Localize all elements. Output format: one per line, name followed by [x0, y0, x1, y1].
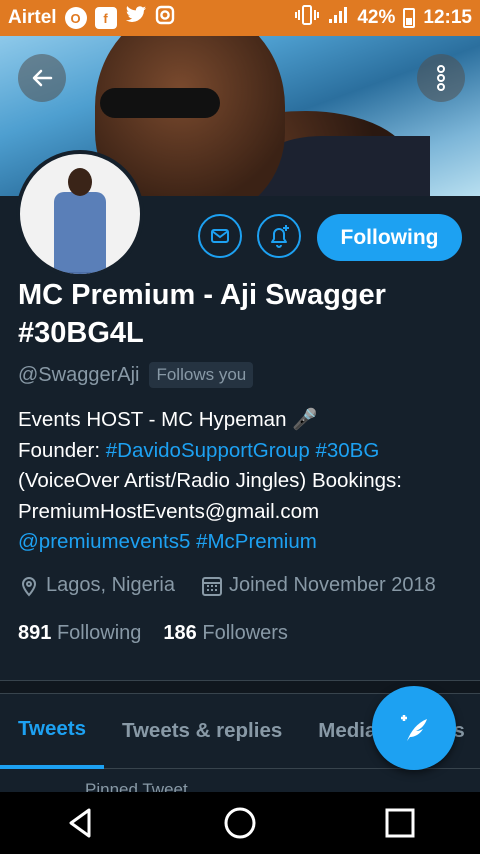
opera-icon: O — [64, 7, 87, 29]
tab-tweets-replies[interactable]: Tweets & replies — [104, 693, 300, 769]
battery-percent: 42% — [357, 7, 396, 28]
bio-line: Events HOST - MC Hypeman 🎤 — [18, 408, 318, 431]
status-bar: Airtel O f 42% 12:15 — [0, 0, 480, 36]
profile-handle: @SwaggerAji — [18, 363, 140, 386]
vibrate-icon — [295, 5, 320, 31]
joined-text: Joined November 2018 — [228, 574, 436, 596]
back-button[interactable] — [18, 54, 66, 102]
instagram-icon — [155, 5, 175, 31]
mention-link[interactable]: @premiumevents5 — [18, 530, 190, 553]
followers-count-link[interactable]: 186 Followers — [163, 622, 288, 645]
message-button[interactable] — [198, 214, 242, 258]
facebook-icon: f — [94, 7, 117, 29]
tab-tweets[interactable]: Tweets — [0, 693, 104, 769]
vertical-dots-icon — [437, 65, 445, 91]
hashtag-link[interactable]: #McPremium — [196, 530, 317, 553]
compose-feather-icon — [401, 715, 427, 741]
signal-icon — [327, 5, 349, 31]
back-arrow-icon — [32, 69, 53, 87]
profile-name: MC Premium - Aji Swagger #30BG4L — [18, 279, 386, 349]
avatar[interactable] — [16, 150, 144, 278]
nav-back-icon[interactable] — [63, 806, 97, 840]
bio-email: PremiumHostEvents@gmail.com — [18, 499, 320, 523]
nav-home-icon[interactable] — [222, 805, 258, 841]
followers-label: Followers — [202, 622, 288, 644]
profile-meta: Lagos, Nigeria Joined November 2018 — [18, 574, 436, 597]
android-nav-bar — [0, 792, 480, 854]
following-count-link[interactable]: 891 Following — [18, 622, 141, 645]
battery-icon — [403, 8, 416, 28]
compose-tweet-button[interactable] — [372, 686, 456, 770]
carrier-label: Airtel — [8, 7, 57, 28]
more-options-button[interactable] — [417, 54, 465, 102]
profile-bio: Events HOST - MC Hypeman 🎤 Founder: #Dav… — [18, 405, 468, 558]
location-pin-icon — [21, 576, 37, 596]
twitter-icon — [125, 5, 147, 31]
clock: 12:15 — [423, 7, 472, 28]
following-label: Following — [56, 622, 142, 644]
envelope-icon — [211, 229, 229, 243]
hashtag-link[interactable]: #DavidoSupportGroup — [106, 439, 310, 462]
hashtag-link[interactable]: #30BG — [315, 439, 379, 462]
notifications-button[interactable] — [257, 214, 301, 258]
following-count: 891 — [18, 622, 52, 644]
calendar-icon — [201, 576, 222, 596]
following-button[interactable]: Following — [317, 214, 462, 261]
location-text: Lagos, Nigeria — [46, 574, 175, 596]
bio-text: Founder: — [18, 438, 106, 462]
follows-you-badge: Follows you — [149, 362, 254, 388]
followers-count: 186 — [163, 622, 197, 644]
nav-recents-icon[interactable] — [383, 806, 417, 840]
bell-plus-icon — [271, 225, 289, 248]
bio-line: (VoiceOver Artist/Radio Jingles) Booking… — [18, 469, 402, 492]
